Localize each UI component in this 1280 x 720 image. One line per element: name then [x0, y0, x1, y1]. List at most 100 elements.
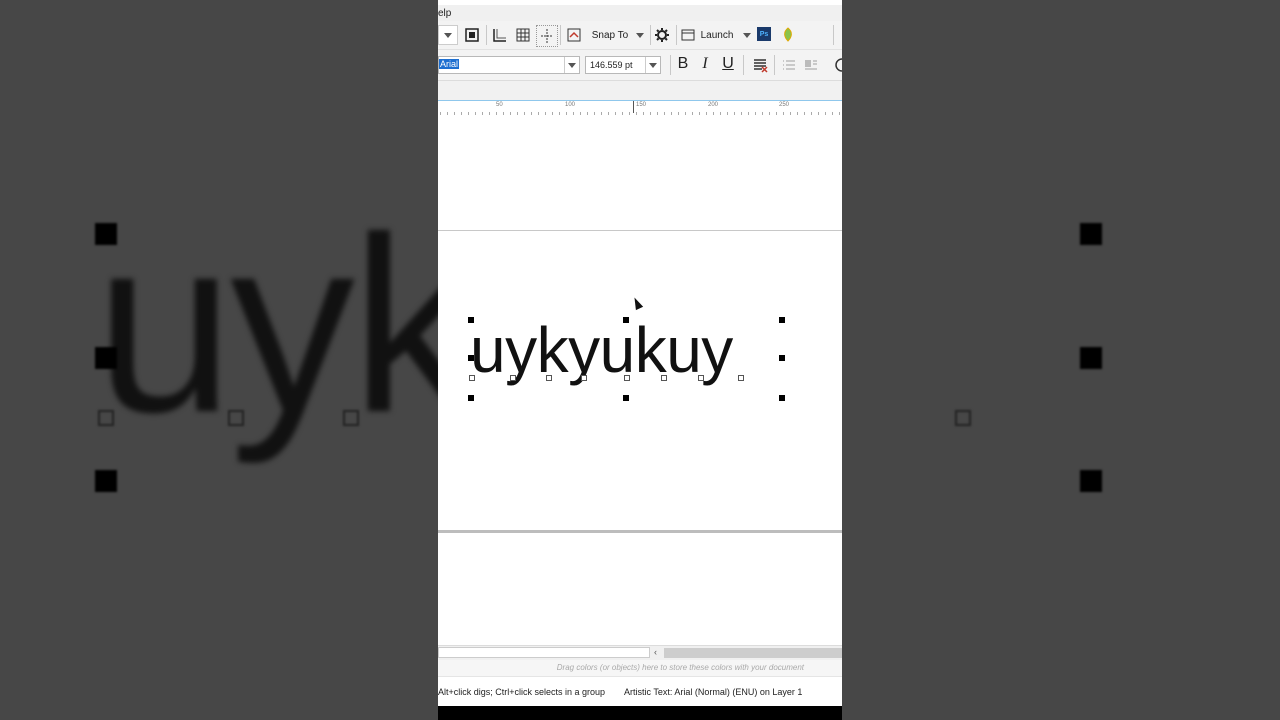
- background-handle: [1080, 223, 1102, 245]
- bold-button[interactable]: B: [674, 55, 692, 73]
- selection-handle-top-left[interactable]: [468, 317, 474, 323]
- status-hint: Alt+click digs; Ctrl+click selects in a …: [438, 687, 606, 697]
- character-node-handle[interactable]: [698, 375, 704, 381]
- chevron-down-icon: [444, 32, 452, 38]
- selection-handle-middle-left[interactable]: [468, 355, 474, 361]
- photoshop-icon: Ps: [759, 30, 769, 38]
- font-list-dropdown-button[interactable]: [564, 57, 579, 73]
- font-size-dropdown-button[interactable]: [645, 57, 660, 73]
- toolbar-separator: [676, 25, 677, 45]
- underline-button[interactable]: U: [719, 55, 737, 73]
- selection-handle-bottom-center[interactable]: [623, 395, 629, 401]
- palette-hint: Drag colors (or objects) here to store t…: [556, 663, 804, 672]
- character-node-handle[interactable]: [469, 375, 475, 381]
- character-node-handle[interactable]: [581, 375, 587, 381]
- background-handle: [343, 410, 359, 426]
- character-node-handle[interactable]: [624, 375, 630, 381]
- chevron-down-icon: [568, 62, 576, 68]
- character-node-handle[interactable]: [661, 375, 667, 381]
- menu-item-help[interactable]: elp: [438, 8, 451, 19]
- launch-dropdown[interactable]: Launch: [680, 25, 752, 45]
- leaf-icon: [784, 27, 792, 42]
- toolbar-separator: [774, 55, 775, 75]
- drawing-app-window: elp Snap To Launch Ps Arial 146.559 pt B…: [438, 0, 842, 720]
- bullet-list-icon: [783, 60, 795, 70]
- page-navigator[interactable]: [438, 647, 650, 658]
- character-node-handle[interactable]: [546, 375, 552, 381]
- scroll-left-icon[interactable]: ‹: [654, 647, 657, 657]
- selection-handle-top-center[interactable]: [623, 317, 629, 323]
- menu-bar: elp: [438, 5, 842, 21]
- font-name-selected: Arial: [439, 59, 460, 69]
- font-size-combobox[interactable]: 146.559 pt: [585, 56, 661, 74]
- toolbar-separator: [670, 55, 671, 75]
- background-handle: [98, 410, 114, 426]
- ruler-icon: [493, 29, 506, 42]
- photoshop-launch-button[interactable]: Ps: [757, 27, 771, 41]
- launch-icon: [681, 29, 695, 41]
- snap-toggle-button[interactable]: [564, 25, 584, 45]
- show-guidelines-button[interactable]: [536, 25, 558, 47]
- horizontal-ruler[interactable]: 50 100 150 200 250: [438, 100, 842, 116]
- launch-label: Launch: [700, 29, 734, 41]
- selection-handle-top-right[interactable]: [779, 317, 785, 323]
- app-launch-button[interactable]: [780, 25, 796, 45]
- standard-toolbar: Snap To Launch Ps: [438, 21, 842, 50]
- toolbar-separator: [743, 55, 744, 75]
- text-alignment-button[interactable]: [751, 56, 769, 74]
- full-screen-button[interactable]: [462, 25, 482, 45]
- grid-icon: [516, 28, 530, 42]
- toolbar-separator: [486, 25, 487, 45]
- toolbar-spacer: [438, 81, 842, 100]
- background-handle: [95, 223, 117, 245]
- full-screen-icon: [465, 28, 479, 42]
- selection-handle-middle-right[interactable]: [779, 355, 785, 361]
- gear-icon: [655, 28, 669, 42]
- artistic-text-object[interactable]: uykyukuy: [470, 318, 733, 382]
- background-handle: [95, 347, 117, 369]
- toolbar-separator: [650, 25, 651, 45]
- background-handle: [1080, 347, 1102, 369]
- selection-handle-bottom-right[interactable]: [779, 395, 785, 401]
- snap-to-dropdown[interactable]: Snap To: [588, 25, 648, 45]
- background-handle: [95, 470, 117, 492]
- more-icon: [835, 58, 842, 72]
- character-node-handle[interactable]: [510, 375, 516, 381]
- scrollbar-thumb[interactable]: [664, 648, 842, 658]
- drop-cap-icon: [805, 60, 817, 70]
- page-border-bottom: [438, 530, 842, 533]
- guidelines-icon: [541, 29, 553, 43]
- italic-button[interactable]: I: [696, 55, 714, 73]
- toolbar-separator: [560, 25, 561, 45]
- status-bar: Alt+click digs; Ctrl+click selects in a …: [438, 676, 842, 707]
- ruler-mark: 150: [636, 102, 647, 108]
- ruler-mark: 250: [779, 102, 790, 108]
- ruler-mark: 50: [496, 102, 503, 108]
- drop-cap-button[interactable]: [802, 56, 820, 74]
- character-node-handle[interactable]: [738, 375, 744, 381]
- show-rulers-button[interactable]: [490, 25, 510, 45]
- background-handle: [955, 410, 971, 426]
- background-handle: [1080, 470, 1102, 492]
- window-bottom-edge: [438, 706, 842, 720]
- background-handle: [228, 410, 244, 426]
- horizontal-scrollbar[interactable]: ‹: [438, 645, 842, 660]
- options-button[interactable]: [652, 25, 672, 45]
- font-size-value: 146.559 pt: [590, 60, 633, 70]
- chevron-down-icon: [743, 32, 752, 38]
- chevron-down-icon: [636, 32, 645, 38]
- page-border-top: [438, 230, 842, 231]
- chevron-down-icon: [649, 62, 657, 68]
- ruler-mark: 200: [708, 102, 719, 108]
- snap-to-label: Snap To: [591, 29, 629, 41]
- selection-handle-bottom-left[interactable]: [468, 395, 474, 401]
- font-list-combobox[interactable]: Arial: [438, 56, 580, 74]
- show-grid-button[interactable]: [513, 25, 533, 45]
- bullet-list-button[interactable]: [780, 56, 798, 74]
- snap-icon: [567, 28, 581, 42]
- more-options-button[interactable]: [834, 56, 842, 74]
- status-object-info: Artistic Text: Arial (Normal) (ENU) on L…: [624, 687, 803, 697]
- document-palette[interactable]: Drag colors (or objects) here to store t…: [438, 660, 842, 676]
- zoom-dropdown[interactable]: [438, 25, 458, 45]
- align-icon: [754, 59, 768, 73]
